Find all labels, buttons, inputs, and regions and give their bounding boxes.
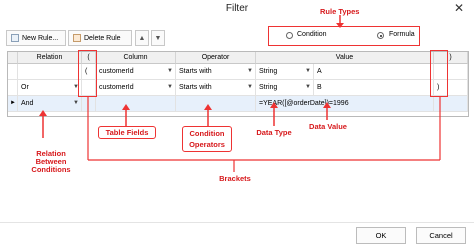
footer-divider [0,222,474,223]
annotation-brackets: Brackets [219,174,251,183]
annotation-data-value: Data Value [309,122,347,131]
annotation-condition-operators: Condition Operators [182,126,232,152]
annotation-data-type: Data Type [256,128,292,137]
annotation-arrows [39,97,441,172]
annotation-relation: Relation Between Conditions [31,149,71,174]
cancel-button[interactable]: Cancel [416,227,466,244]
ok-button[interactable]: OK [356,227,406,244]
annotation-table-fields: Table Fields [98,126,156,139]
